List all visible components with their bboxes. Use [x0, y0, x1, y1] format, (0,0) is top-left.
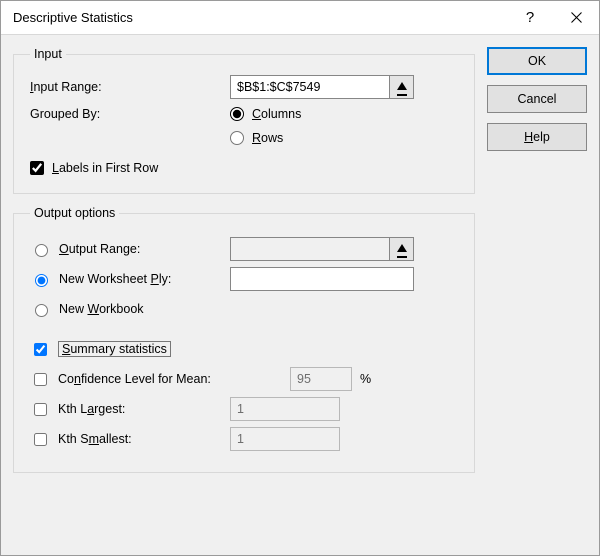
- grouped-by-row: Grouped By: Columns Rows: [30, 107, 458, 145]
- kth-largest-label: Kth Largest:: [58, 402, 125, 416]
- new-workbook-label: New Workbook: [59, 302, 144, 316]
- output-range-collapse-button[interactable]: [390, 237, 414, 261]
- grouped-by-rows-label: Rows: [252, 131, 283, 145]
- right-column: OK Cancel Help: [487, 47, 587, 543]
- grouped-by-columns-radio[interactable]: [230, 107, 244, 121]
- window-title: Descriptive Statistics: [13, 10, 507, 25]
- kth-smallest-input[interactable]: [230, 427, 340, 451]
- output-legend: Output options: [30, 206, 119, 220]
- ok-button[interactable]: OK: [487, 47, 587, 75]
- grouped-by-columns[interactable]: Columns: [230, 107, 301, 121]
- new-worksheet-radio[interactable]: [35, 274, 48, 287]
- input-range-label: Input Range:: [30, 80, 230, 94]
- grouped-by-radios: Columns Rows: [230, 107, 301, 145]
- arrow-up-icon: [397, 79, 407, 96]
- kth-largest-checkbox[interactable]: [34, 403, 47, 416]
- output-range-refbox: [230, 237, 414, 261]
- close-button[interactable]: [553, 2, 599, 34]
- input-legend: Input: [30, 47, 66, 61]
- confidence-label: Confidence Level for Mean:: [58, 372, 211, 386]
- new-worksheet-row: New Worksheet Ply:: [30, 264, 458, 294]
- kth-smallest-row: Kth Smallest:: [30, 424, 458, 454]
- input-range-refbox: [230, 75, 414, 99]
- help-titlebar-button[interactable]: ?: [507, 2, 553, 34]
- confidence-input[interactable]: [290, 367, 352, 391]
- titlebar: Descriptive Statistics ?: [1, 1, 599, 35]
- new-worksheet-label: New Worksheet Ply:: [59, 272, 171, 286]
- input-range-input[interactable]: [230, 75, 390, 99]
- output-range-input[interactable]: [230, 237, 390, 261]
- output-range-radio[interactable]: [35, 244, 48, 257]
- summary-statistics-label: Summary statistics: [58, 341, 171, 357]
- help-button[interactable]: Help: [487, 123, 587, 151]
- cancel-button[interactable]: Cancel: [487, 85, 587, 113]
- arrow-up-icon: [397, 241, 407, 258]
- confidence-suffix: %: [360, 372, 371, 386]
- collapse-dialog-button[interactable]: [390, 75, 414, 99]
- grouped-by-rows-radio[interactable]: [230, 131, 244, 145]
- confidence-row: Confidence Level for Mean: %: [30, 364, 458, 394]
- output-range-row: Output Range:: [30, 234, 458, 264]
- dialog-body: Input Input Range: Grouped By:: [1, 35, 599, 555]
- labels-first-row-checkbox[interactable]: [30, 161, 44, 175]
- kth-smallest-label: Kth Smallest:: [58, 432, 132, 446]
- grouped-by-rows[interactable]: Rows: [230, 131, 301, 145]
- left-column: Input Input Range: Grouped By:: [13, 47, 475, 543]
- grouped-by-label: Grouped By:: [30, 107, 230, 121]
- close-icon: [571, 12, 582, 23]
- kth-largest-input[interactable]: [230, 397, 340, 421]
- kth-smallest-checkbox[interactable]: [34, 433, 47, 446]
- output-range-label: Output Range:: [59, 242, 140, 256]
- dialog-window: Descriptive Statistics ? Input Input Ran…: [0, 0, 600, 556]
- kth-largest-row: Kth Largest:: [30, 394, 458, 424]
- new-workbook-radio[interactable]: [35, 304, 48, 317]
- labels-first-row[interactable]: Labels in First Row: [30, 161, 458, 175]
- new-workbook-row: New Workbook: [30, 294, 458, 324]
- input-range-row: Input Range:: [30, 75, 458, 99]
- input-group: Input Input Range: Grouped By:: [13, 47, 475, 194]
- summary-statistics-row: Summary statistics: [30, 334, 458, 364]
- labels-first-row-label: Labels in First Row: [52, 161, 158, 175]
- summary-statistics-checkbox[interactable]: [34, 343, 47, 356]
- output-group: Output options Output Range:: [13, 206, 475, 473]
- new-worksheet-input[interactable]: [230, 267, 414, 291]
- confidence-checkbox[interactable]: [34, 373, 47, 386]
- grouped-by-columns-label: Columns: [252, 107, 301, 121]
